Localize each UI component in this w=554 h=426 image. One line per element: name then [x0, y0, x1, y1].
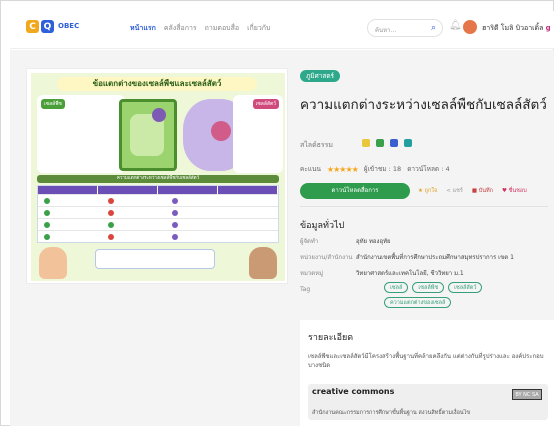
- content-area: ข้อแตกต่างของเซลล์พืชและเซลล์สัตว์ เซลล์…: [10, 50, 554, 426]
- table-header: [38, 186, 278, 194]
- nav-library[interactable]: คลังสื่อการ: [164, 23, 197, 34]
- poster-title: ข้อแตกต่างของเซลล์พืชและเซลล์สัตว์: [57, 77, 257, 91]
- preview-panel: ข้อแตกต่างของเซลล์พืชและเซลล์สัตว์ เซลล์…: [26, 68, 288, 284]
- tag-chip[interactable]: เซลล์: [384, 282, 409, 293]
- tag-chip[interactable]: ความแตกต่างของเซลล์: [384, 297, 452, 308]
- downloads-count: ดาวน์โหลด : 4: [407, 165, 450, 173]
- page-title: ความแตกต่างระหว่างเซลล์พืชกับเซลล์สัตว์: [300, 97, 547, 113]
- tag-list: เซลล์ เซลล์พืช เซลล์สัตว์ ความแตกต่างของ…: [384, 282, 534, 308]
- nav-home[interactable]: หน้าแรก: [130, 23, 156, 34]
- obec-logo[interactable]: C Q OBEC: [26, 20, 79, 33]
- detail-card: รายละเอียด เซลล์พืชและเซลล์สัตว์มีโครงสร…: [300, 320, 554, 426]
- user-name: ฮาริดี โมลิ บิวอาเดิ้ล: [482, 24, 544, 32]
- search-icon[interactable]: ⌕: [431, 23, 436, 33]
- download-button[interactable]: ดาวน์โหลดสื่อการ: [300, 183, 410, 199]
- user-menu[interactable]: ฮาริดี โมลิ บิวอาเดิ้ล g: [482, 23, 551, 34]
- divider: [300, 206, 548, 207]
- animal-nucleus: [211, 121, 231, 141]
- student-girl-illustration: [39, 247, 67, 279]
- poster-band: ความแตกต่างระหว่างเซลล์พืชกับเซลล์สัตว์: [37, 175, 279, 183]
- search-input[interactable]: ค้นหา... ⌕: [367, 19, 443, 37]
- tag-chip[interactable]: เซลล์สัตว์: [448, 282, 483, 293]
- license-text: สำนักงานคณะกรรมการการศึกษาขั้นพื้นฐาน สง…: [312, 410, 471, 416]
- logo-text: OBEC: [58, 22, 80, 30]
- rating-label: คะแนน: [300, 165, 321, 173]
- search-placeholder: ค้นหา...: [375, 27, 397, 34]
- bell-icon[interactable]: 🔔︎: [449, 20, 462, 31]
- plant-cell-illustration: [119, 99, 177, 171]
- logo-mark-2: Q: [41, 20, 54, 33]
- table-row: [38, 206, 278, 218]
- plant-panel: เซลล์พืช: [37, 95, 125, 173]
- facebook-icon[interactable]: [390, 139, 398, 147]
- plant-nucleus: [152, 108, 166, 122]
- green-icon[interactable]: [376, 139, 384, 147]
- share-icons: [362, 139, 412, 147]
- animal-panel: เซลล์สัตว์: [233, 95, 283, 173]
- avatar[interactable]: [462, 19, 478, 35]
- detail-text: เซลล์พืชและเซลล์สัตว์มีโครงสร้างพื้นฐานท…: [308, 353, 544, 369]
- table-row: [38, 218, 278, 230]
- license-box: creative commons BY NC SA สำนักงานคณะกรร…: [308, 384, 548, 420]
- stats-row: คะแนน ★★★★★ ผู้เข้าชม : 18 ดาวน์โหลด : 4: [300, 164, 450, 174]
- info-heading: ข้อมูลทั่วไป: [300, 221, 345, 231]
- plant-label: เซลล์พืช: [41, 99, 65, 109]
- like-button[interactable]: ★ ถูกใจ: [418, 187, 437, 195]
- tag-chip[interactable]: เซลล์พืช: [412, 282, 445, 293]
- student-boy-illustration: [249, 247, 277, 279]
- views-count: ผู้เข้าชม : 18: [363, 165, 402, 173]
- favorite-button[interactable]: ♥ ชื่นชอบ: [502, 187, 527, 195]
- link-icon[interactable]: [404, 139, 412, 147]
- category-badge[interactable]: ภูมิศาสตร์: [300, 70, 341, 82]
- main-nav: หน้าแรก คลังสื่อการ ถามตอบสื่อ เกี่ยวกับ: [130, 23, 270, 34]
- line-icon[interactable]: [362, 139, 370, 147]
- table-row: [38, 230, 278, 242]
- nav-about[interactable]: เกี่ยวกับ: [247, 23, 270, 34]
- save-button[interactable]: ■ บันทึก: [472, 187, 493, 195]
- subject-label: สไลด์ธรรม: [300, 141, 334, 149]
- creative-commons-logo[interactable]: creative commons: [312, 388, 394, 396]
- logo-mark-1: C: [26, 20, 39, 33]
- action-buttons: ★ ถูกใจ < แชร์ ■ บันทึก ♥ ชื่นชอบ: [418, 187, 527, 195]
- star-rating[interactable]: ★★★★★: [327, 165, 359, 174]
- poster-image[interactable]: ข้อแตกต่างของเซลล์พืชและเซลล์สัตว์ เซลล์…: [31, 73, 285, 281]
- comparison-table: [37, 185, 279, 243]
- detail-heading: รายละเอียด: [308, 333, 354, 343]
- share-button[interactable]: < แชร์: [446, 187, 463, 195]
- table-row: [38, 194, 278, 206]
- nav-qa[interactable]: ถามตอบสื่อ: [205, 23, 239, 34]
- user-suffix: g: [545, 24, 551, 32]
- animal-label: เซลล์สัตว์: [252, 99, 279, 109]
- poster-note: [95, 249, 215, 269]
- license-badge[interactable]: BY NC SA: [512, 389, 542, 400]
- top-header: C Q OBEC หน้าแรก คลังสื่อการ ถามตอบสื่อ …: [10, 11, 554, 49]
